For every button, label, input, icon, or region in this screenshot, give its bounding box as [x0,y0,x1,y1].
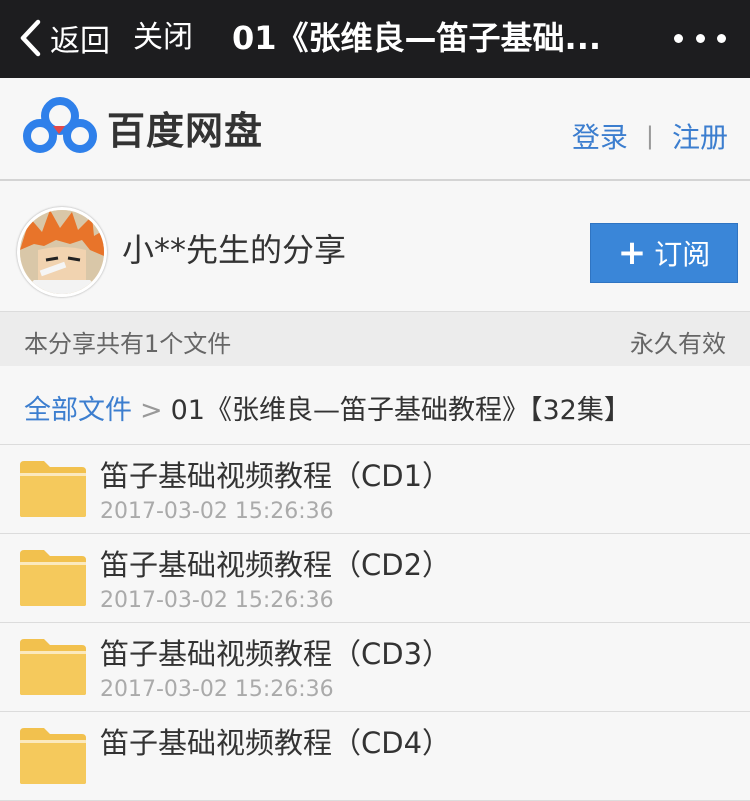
more-dots-icon [695,33,705,43]
validity-text: 永久有效 [630,330,726,358]
plus-icon: + [617,233,647,273]
folder-icon [20,461,86,517]
file-name: 笛子基础视频教程（CD1） [100,459,452,493]
more-menu-button[interactable] [674,18,726,58]
file-date: 2017-03-02 15:26:36 [100,588,334,613]
list-item[interactable]: 笛子基础视频教程（CD2） 2017-03-02 15:26:36 [0,534,750,623]
breadcrumb-root-link[interactable]: 全部文件 [24,395,132,426]
folder-icon [20,639,86,695]
avatar-image [20,210,104,294]
folder-icon [20,550,86,606]
list-item[interactable]: 笛子基础视频教程（CD4） [0,712,750,801]
share-owner-name: 小**先生的分享 [122,231,347,269]
share-info-bar: 本分享共有1个文件 永久有效 [0,311,750,367]
register-link[interactable]: 注册 [672,116,728,156]
more-dots-icon [674,33,683,43]
file-date: 2017-03-02 15:26:36 [100,499,334,524]
file-list: 笛子基础视频教程（CD1） 2017-03-02 15:26:36 笛子基础视频… [0,445,750,801]
subscribe-label: 订阅 [654,238,711,271]
avatar[interactable] [17,207,107,297]
file-date: 2017-03-02 15:26:36 [100,677,334,702]
list-item[interactable]: 笛子基础视频教程（CD1） 2017-03-02 15:26:36 [0,445,750,534]
back-button[interactable]: 返回 [18,14,110,62]
file-name: 笛子基础视频教程（CD2） [100,548,452,582]
breadcrumb-current: 01《张维良—笛子基础教程》【32集】 [170,395,631,426]
breadcrumb-separator: > [140,395,163,426]
brand-name: 百度网盘 [107,108,264,153]
back-label: 返回 [50,24,110,59]
brand-logo[interactable]: 百度网盘 [23,96,263,158]
folder-icon [20,728,86,784]
top-navbar: 返回 关闭 01《张维良—笛子基础... [0,0,750,78]
auth-separator: | [645,122,654,150]
more-dots-icon [717,33,726,43]
baidu-cloud-logo-icon [23,97,97,153]
auth-links: 登录 | 注册 [572,116,728,156]
list-item[interactable]: 笛子基础视频教程（CD3） 2017-03-02 15:26:36 [0,623,750,712]
breadcrumb: 全部文件 >01《张维良—笛子基础教程》【32集】 [0,366,750,445]
close-button[interactable]: 关闭 [133,14,193,62]
share-owner-section: 小**先生的分享 + 订阅 [0,181,750,311]
chevron-left-icon [20,19,41,57]
page-title: 01《张维良—笛子基础... [232,19,602,57]
site-header: 百度网盘 登录 | 注册 [0,78,750,181]
subscribe-button[interactable]: + 订阅 [590,223,738,283]
file-name: 笛子基础视频教程（CD4） [100,726,452,760]
login-link[interactable]: 登录 [572,116,628,156]
file-count-text: 本分享共有1个文件 [24,330,232,358]
file-name: 笛子基础视频教程（CD3） [100,637,452,671]
